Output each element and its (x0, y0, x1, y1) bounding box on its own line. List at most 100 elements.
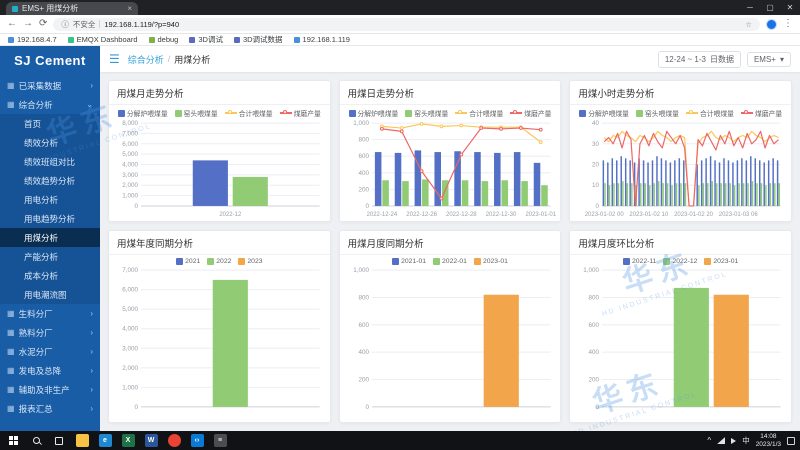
browser-tab[interactable]: EMS+ 用煤分析 × (6, 2, 138, 15)
clock[interactable]: 14:08 2023/1/3 (756, 433, 781, 449)
legend-item[interactable]: 2021-01 (392, 258, 426, 265)
window-maximize-icon[interactable]: ▢ (760, 0, 780, 15)
bookmark-item[interactable]: debug (149, 35, 179, 44)
sidebar-item[interactable]: 绩效趋势分析 (0, 171, 100, 190)
legend-item[interactable]: 分解炉喂煤量 (118, 108, 168, 118)
sidebar-item[interactable]: 绩效班组对比 (0, 152, 100, 171)
svg-text:2023-01-02 10: 2023-01-02 10 (630, 212, 670, 218)
bookmark-item[interactable]: EMQX Dashboard (68, 35, 138, 44)
sidebar-item[interactable]: 用电趋势分析 (0, 209, 100, 228)
bar-series-marker (474, 258, 481, 265)
sidebar-item[interactable]: ▦综合分析⌄ (0, 95, 100, 114)
app-select[interactable]: EMS+ ▾ (747, 52, 791, 67)
sidebar-item[interactable]: 首页 (0, 114, 100, 133)
legend-item[interactable]: 2022-12 (663, 258, 697, 265)
sidebar-item[interactable]: 用电潮流图 (0, 285, 100, 304)
sidebar-item[interactable]: 产能分析 (0, 247, 100, 266)
breadcrumb-parent[interactable]: 综合分析 (128, 53, 164, 66)
search-button[interactable] (25, 431, 47, 450)
bookmark-star-icon[interactable]: ☆ (745, 20, 752, 29)
app-select-value: EMS+ (754, 55, 776, 64)
volume-icon[interactable] (731, 438, 736, 444)
address-bar[interactable]: ⓘ 不安全 192.168.1.119/?p=940 ☆ (53, 18, 760, 31)
window-minimize-icon[interactable]: ─ (740, 0, 760, 15)
ime-indicator[interactable]: 中 (742, 437, 750, 445)
edge-icon: e (99, 434, 112, 447)
sidebar-item[interactable]: ▦水泥分厂› (0, 342, 100, 361)
svg-text:7,000: 7,000 (122, 130, 138, 137)
sidebar-item[interactable]: 绩效分析 (0, 133, 100, 152)
notepad-taskbar-button[interactable]: ≡ (209, 431, 231, 450)
back-icon[interactable]: ← (7, 19, 17, 29)
charts-grid: 用煤月走势分析 分解炉喂煤量窑头喂煤量合计喂煤量煤磨产量 01,0002,000… (100, 72, 800, 431)
bookmark-item[interactable]: 192.168.4.7 (8, 35, 57, 44)
forward-icon[interactable]: → (23, 19, 33, 29)
chart-canvas[interactable]: 02004006008001,000 (342, 265, 559, 420)
browser-menu-icon[interactable]: ⋮ (783, 19, 793, 29)
sidebar-item[interactable]: 用电分析 (0, 190, 100, 209)
action-center-icon[interactable] (787, 437, 795, 445)
legend-item[interactable]: 窑头喂煤量 (636, 108, 679, 118)
bookmark-item[interactable]: 3D调试 (189, 34, 223, 45)
chart-canvas[interactable]: 0102030402023-01-02 002023-01-02 102023-… (572, 118, 789, 219)
edge-taskbar-button[interactable]: e (94, 431, 116, 450)
chart-canvas[interactable]: 01,0002,0003,0004,0005,0006,0007,0008,00… (111, 118, 328, 219)
sidebar-item-label: 绩效班组对比 (24, 156, 75, 168)
window-close-icon[interactable]: ✕ (780, 0, 800, 15)
chrome-taskbar-button[interactable] (163, 431, 185, 450)
menu-grid-icon: ▦ (7, 329, 15, 337)
info-icon[interactable]: ⓘ (61, 19, 69, 30)
tab-close-icon[interactable]: × (127, 4, 132, 13)
legend-item[interactable]: 煤磨产量 (510, 108, 551, 118)
date-range-picker[interactable]: 12-24 ~ 1-3 日数据 (658, 51, 741, 68)
line-series-marker (686, 112, 698, 114)
chevron-down-icon: ⌄ (86, 101, 93, 109)
bookmark-label: 192.168.1.119 (303, 35, 350, 44)
legend-item[interactable]: 煤磨产量 (741, 108, 782, 118)
legend-item[interactable]: 合计喂煤量 (225, 108, 273, 118)
sidebar-item[interactable]: ▦生料分厂› (0, 304, 100, 323)
legend-item[interactable]: 2021 (176, 258, 200, 265)
chart-canvas[interactable]: 02004006008001,0002022-12-242022-12-2620… (342, 118, 559, 219)
task-view-button[interactable] (48, 431, 70, 450)
bookmark-item[interactable]: 3D调试数据 (234, 34, 283, 45)
profile-avatar[interactable] (766, 19, 777, 30)
menu-collapse-icon[interactable]: ☰ (109, 53, 120, 65)
sidebar-item[interactable]: 成本分析 (0, 266, 100, 285)
legend-item[interactable]: 煤磨产量 (280, 108, 321, 118)
menu-grid-icon: ▦ (7, 386, 15, 394)
legend-item[interactable]: 窑头喂煤量 (175, 108, 218, 118)
sidebar-item[interactable]: ▦熟料分厂› (0, 323, 100, 342)
file-explorer-taskbar-button[interactable] (71, 431, 93, 450)
legend-item[interactable]: 合计喂煤量 (686, 108, 734, 118)
word-taskbar-button[interactable]: W (140, 431, 162, 450)
menu-grid-icon: ▦ (7, 348, 15, 356)
legend-item[interactable]: 窑头喂煤量 (405, 108, 448, 118)
svg-text:4,000: 4,000 (122, 162, 138, 169)
legend-item[interactable]: 分解炉喂煤量 (349, 108, 399, 118)
line-series-marker (741, 112, 753, 114)
tray-expand-icon[interactable]: ^ (707, 437, 711, 445)
bookmark-item[interactable]: 192.168.1.119 (294, 35, 350, 44)
chart-canvas[interactable]: 02004006008001,000 (572, 265, 789, 420)
sidebar-item[interactable]: ▦发电及总降› (0, 361, 100, 380)
legend-item[interactable]: 分解炉喂煤量 (579, 108, 629, 118)
legend-item[interactable]: 2023-01 (704, 258, 738, 265)
sidebar-item[interactable]: ▦辅助及非生产› (0, 380, 100, 399)
legend-item[interactable]: 2023-01 (474, 258, 508, 265)
legend-item[interactable]: 2022-01 (433, 258, 467, 265)
legend-item[interactable]: 2023 (238, 258, 262, 265)
legend-item[interactable]: 2022 (207, 258, 231, 265)
sidebar-item[interactable]: 用煤分析 (0, 228, 100, 247)
vscode-taskbar-button[interactable]: ‹› (186, 431, 208, 450)
sidebar-item[interactable]: ▦报表汇总› (0, 399, 100, 418)
start-button[interactable] (2, 431, 24, 450)
reload-icon[interactable]: ⟳ (39, 19, 47, 29)
network-icon[interactable] (717, 437, 725, 444)
excel-taskbar-button[interactable]: X (117, 431, 139, 450)
sidebar-item[interactable]: ▦已采集数据› (0, 76, 100, 95)
chart-canvas[interactable]: 01,0002,0003,0004,0005,0006,0007,000 (111, 265, 328, 420)
legend-item[interactable]: 2022-11 (623, 258, 656, 265)
svg-text:1,000: 1,000 (353, 267, 369, 274)
legend-item[interactable]: 合计喂煤量 (455, 108, 503, 118)
